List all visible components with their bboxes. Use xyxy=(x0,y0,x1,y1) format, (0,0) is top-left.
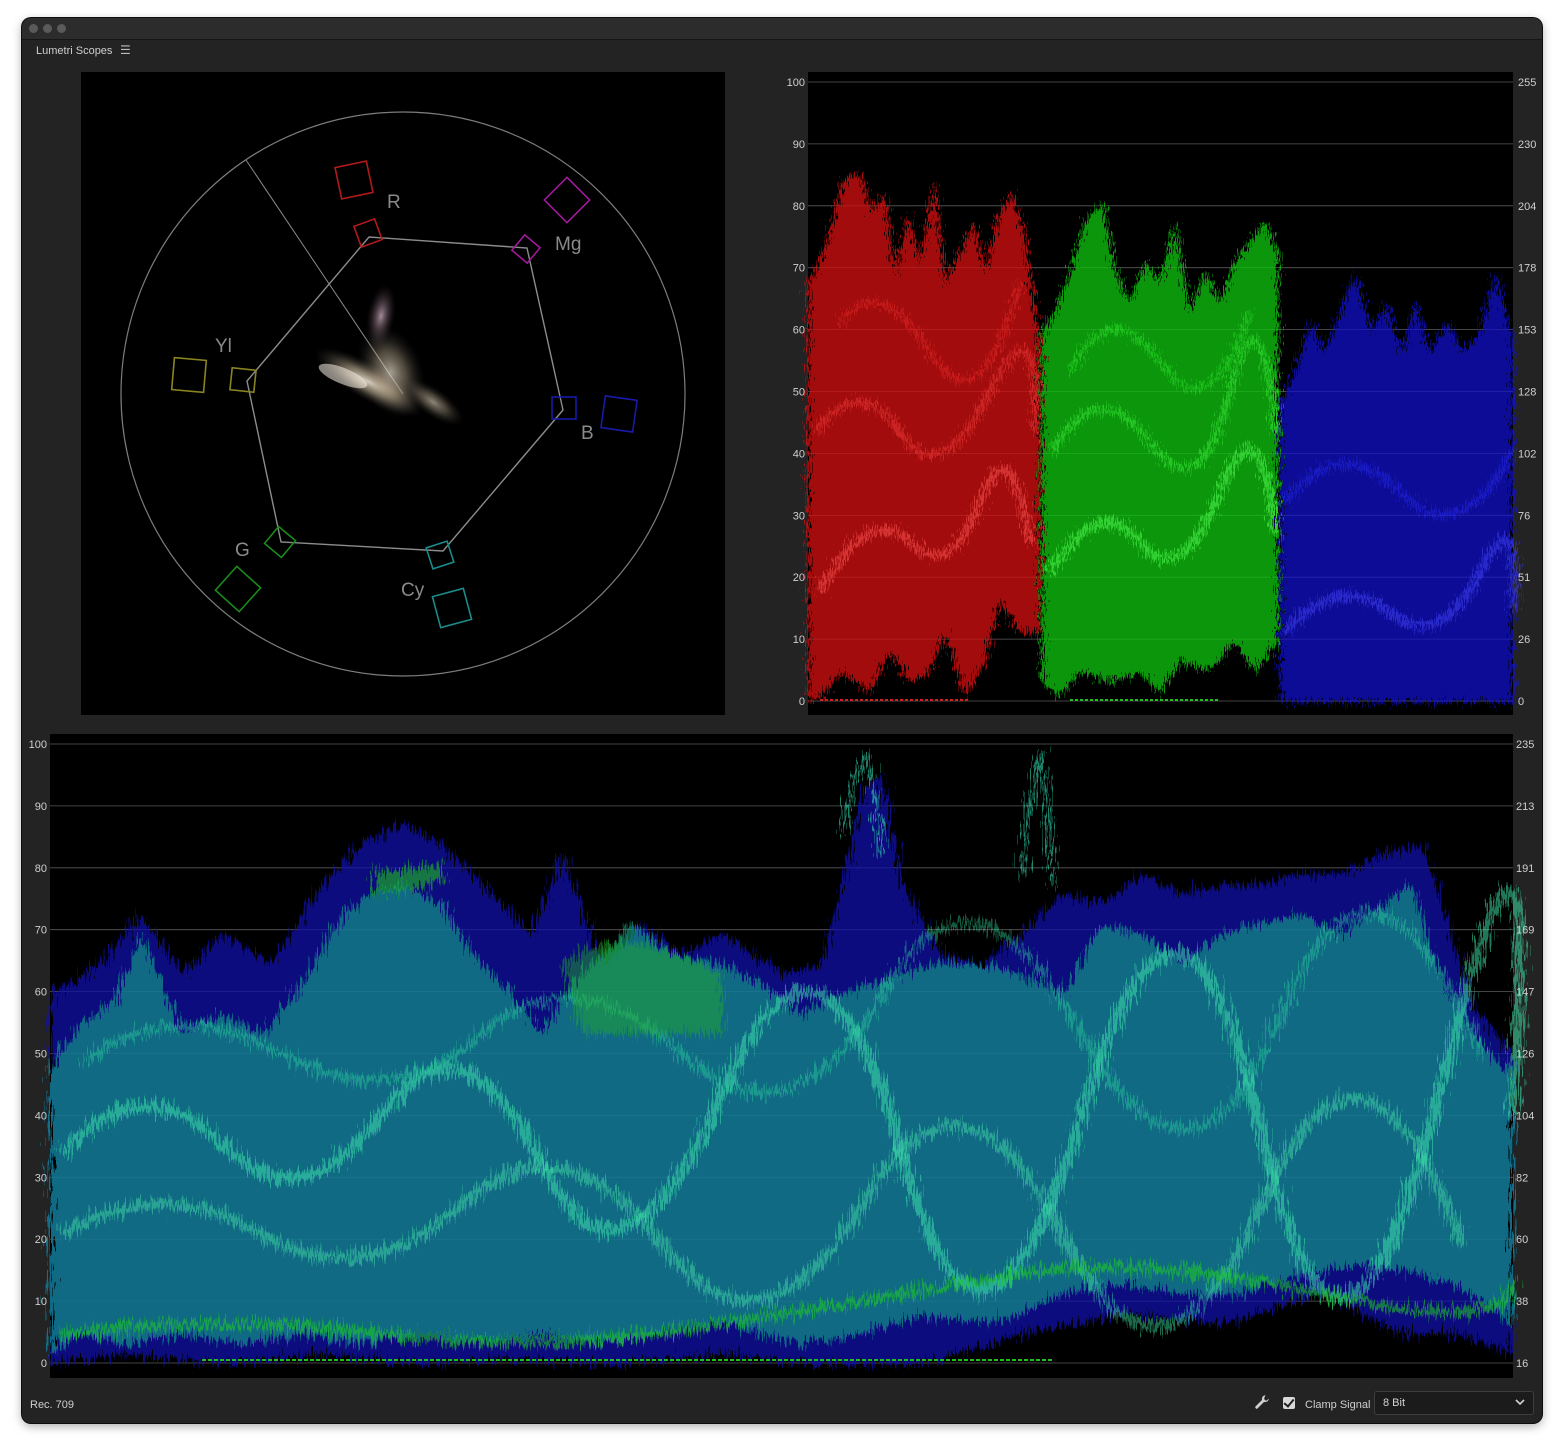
chevron-down-icon xyxy=(1515,1399,1525,1406)
parade-right-tick: 51 xyxy=(1518,572,1530,584)
waveform-right-tick: 16 xyxy=(1516,1358,1528,1370)
waveform-right-tick: 60 xyxy=(1516,1234,1528,1246)
parade-right-tick: 255 xyxy=(1518,77,1536,89)
target-label-cyan: Cy xyxy=(401,580,425,601)
parade-left-tick: 20 xyxy=(793,572,805,584)
waveform-left-tick: 20 xyxy=(35,1234,47,1246)
target-label-yellow: Yl xyxy=(215,336,232,357)
waveform-left-tick: 60 xyxy=(35,987,47,999)
waveform-right-tick: 126 xyxy=(1516,1049,1534,1061)
color-space-label[interactable]: Rec. 709 xyxy=(30,1399,74,1411)
waveform-right-tick: 191 xyxy=(1516,863,1534,875)
waveform-right-tick: 82 xyxy=(1516,1172,1528,1184)
waveform-graph: 1009080706050403020100 23521319116914712… xyxy=(29,734,1534,1378)
waveform-right-tick: 38 xyxy=(1516,1296,1528,1308)
waveform-right-tick: 213 xyxy=(1516,801,1534,813)
waveform-right-tick: 104 xyxy=(1516,1110,1534,1122)
zoom-window-icon[interactable] xyxy=(57,24,66,33)
hamburger-menu-icon[interactable]: ☰ xyxy=(120,43,131,57)
waveform-right-tick: 169 xyxy=(1516,925,1534,937)
waveform-left-tick: 50 xyxy=(35,1049,47,1061)
parade-left-tick: 0 xyxy=(799,696,805,708)
waveform-left-tick: 90 xyxy=(35,801,47,813)
parade-right-tick: 153 xyxy=(1518,325,1536,337)
minimize-window-icon[interactable] xyxy=(43,24,52,33)
vectorscope-trace xyxy=(314,284,464,426)
rgb-parade-graph: 1009080706050403020100 25523020417815312… xyxy=(787,72,1536,715)
lumetri-scopes-window: Lumetri Scopes ☰ R Mg B Cy G Yl 100 90 8… xyxy=(22,18,1542,1423)
target-green xyxy=(214,525,297,613)
waveform-right-tick: 147 xyxy=(1516,987,1534,999)
parade-right-tick: 0 xyxy=(1518,696,1524,708)
parade-right-tick: 102 xyxy=(1518,448,1536,460)
parade-blue-trace xyxy=(1280,272,1519,702)
target-label-blue: B xyxy=(581,423,594,444)
waveform-right-axis: 235 213 191 169 147 126 104 82 60 38 16 xyxy=(1516,739,1534,1370)
window-titlebar[interactable] xyxy=(22,18,1542,40)
target-cyan xyxy=(425,540,473,629)
waveform-left-tick: 30 xyxy=(35,1172,47,1184)
close-window-icon[interactable] xyxy=(29,24,38,33)
panel-title[interactable]: Lumetri Scopes xyxy=(36,45,112,57)
parade-left-tick: 80 xyxy=(793,201,805,213)
clamp-signal-label[interactable]: Clamp Signal xyxy=(1305,1399,1370,1411)
waveform-left-tick: 80 xyxy=(35,863,47,875)
target-label-red: R xyxy=(387,192,401,213)
bit-depth-value: 8 Bit xyxy=(1383,1397,1406,1409)
parade-left-tick: 10 xyxy=(793,634,805,646)
parade-left-axis: 1009080706050403020100 xyxy=(787,77,805,708)
target-label-green: G xyxy=(235,540,250,561)
parade-left-tick: 70 xyxy=(793,263,805,275)
rgb-parade-scope: 100 90 80 70 60 50 40 30 20 10 0 255 230 204 178 153 12… xyxy=(780,72,1542,715)
waveform-left-tick: 70 xyxy=(35,925,47,937)
waveform-left-tick: 10 xyxy=(35,1296,47,1308)
parade-right-tick: 178 xyxy=(1518,263,1536,275)
target-blue xyxy=(551,395,638,433)
waveform-right-tick: 235 xyxy=(1516,739,1534,751)
parade-left-tick: 60 xyxy=(793,325,805,337)
bit-depth-dropdown[interactable]: 8 Bit xyxy=(1374,1391,1534,1415)
parade-left-tick: 40 xyxy=(793,448,805,460)
target-yellow xyxy=(170,356,257,394)
parade-right-tick: 204 xyxy=(1518,201,1536,213)
parade-left-tick: 90 xyxy=(793,139,805,151)
target-label-magenta: Mg xyxy=(555,234,581,255)
target-red xyxy=(334,160,384,249)
vectorscope-graticule: R Mg B Cy G Yl xyxy=(120,111,686,677)
waveform-left-axis: 1009080706050403020100 xyxy=(29,739,47,1370)
waveform-left-tick: 0 xyxy=(41,1358,47,1370)
parade-right-tick: 26 xyxy=(1518,634,1530,646)
scopes-footer: Rec. 709 Clamp Signal 8 Bit xyxy=(22,1388,1542,1423)
waveform-left-tick: 40 xyxy=(35,1110,47,1122)
parade-right-tick: 76 xyxy=(1518,510,1530,522)
checkmark-icon xyxy=(1283,1396,1295,1408)
waveform-left-tick: 100 xyxy=(29,739,47,751)
parade-right-axis: 255 230 204 178 153 128 102 76 51 26 0 xyxy=(1518,77,1536,708)
waveform-scope: 100 90 80 70 60 50 40 30 20 10 0 235 213 191 169 147 12… xyxy=(22,734,1542,1378)
clamp-signal-checkbox[interactable] xyxy=(1283,1396,1295,1409)
vectorscope: R Mg B Cy G Yl xyxy=(81,72,725,715)
parade-right-tick: 128 xyxy=(1518,387,1536,399)
parade-left-tick: 100 xyxy=(787,77,805,89)
parade-right-tick: 230 xyxy=(1518,139,1536,151)
parade-left-tick: 30 xyxy=(793,510,805,522)
parade-left-tick: 50 xyxy=(793,387,805,399)
wrench-icon[interactable] xyxy=(1254,1394,1270,1410)
